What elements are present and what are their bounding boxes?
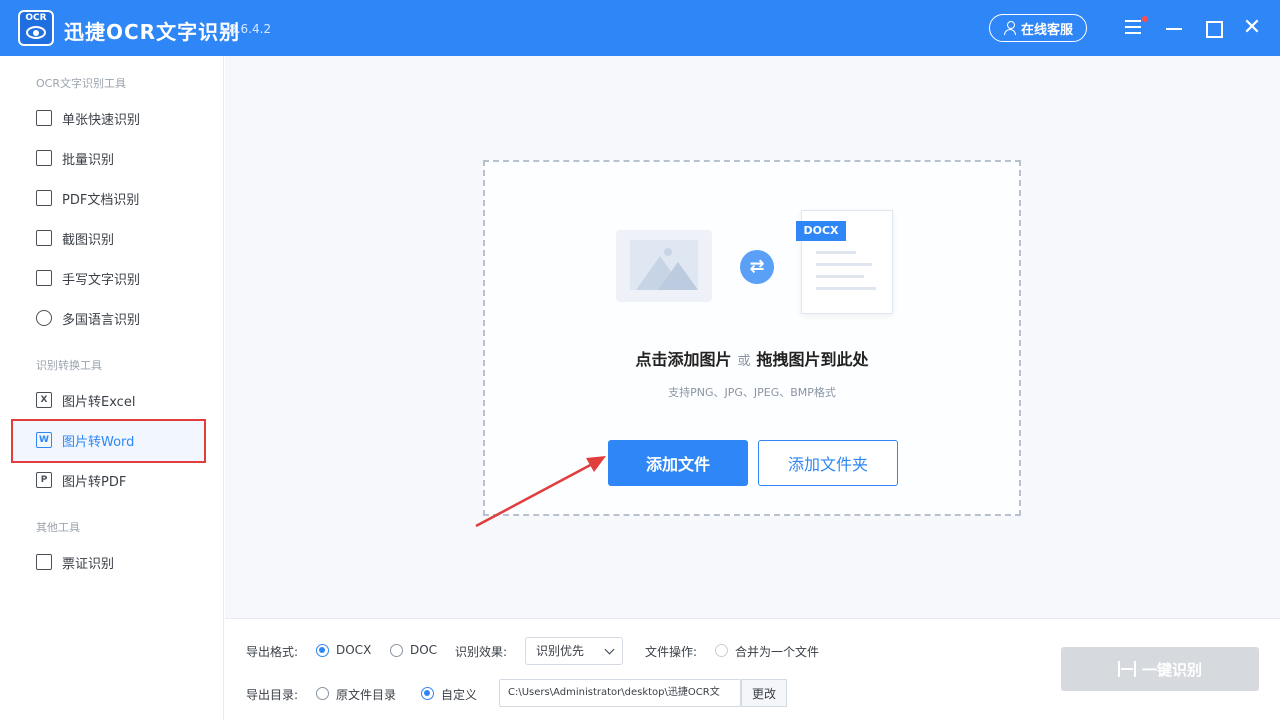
- online-service-label: 在线客服: [1020, 22, 1073, 38]
- format-docx-label: DOCX: [336, 643, 372, 657]
- format-doc-radio[interactable]: [390, 644, 403, 657]
- drop-title-or: 或: [737, 354, 751, 369]
- close-icon[interactable]: ✕: [1240, 16, 1264, 40]
- minimize-icon[interactable]: [1162, 16, 1186, 40]
- sidebar-item-label: 手写文字识别: [62, 272, 141, 288]
- format-doc-label: DOC: [410, 643, 438, 657]
- sidebar-item-screenshot[interactable]: 截图识别: [36, 226, 216, 250]
- sidebar-item-label: PDF文档识别: [62, 192, 140, 208]
- sidebar-item-batch[interactable]: 批量识别: [36, 146, 216, 170]
- sidebar-item-single-scan[interactable]: 单张快速识别: [36, 106, 216, 130]
- globe-icon: [36, 310, 52, 326]
- sidebar-item-label: 多国语言识别: [62, 312, 141, 328]
- app-version: v8.6.4.2: [222, 22, 272, 36]
- ticket-icon: [36, 554, 52, 570]
- drop-title-drag: 拖拽图片到此处: [756, 350, 869, 369]
- effect-label: 识别效果:: [455, 645, 508, 659]
- pdf-icon: P: [36, 472, 52, 488]
- sidebar-item-pdf-doc[interactable]: PDF文档识别: [36, 186, 216, 210]
- sidebar-item-handwriting[interactable]: 手写文字识别: [36, 266, 216, 290]
- title-bar: OCR 迅捷OCR文字识别 v8.6.4.2 在线客服 ✕: [0, 0, 1280, 56]
- start-recognition-button[interactable]: 一键识别: [1061, 647, 1259, 691]
- section-label-ocr: OCR文字识别工具: [36, 77, 126, 90]
- settings-panel: 导出格式: DOCX DOC 识别效果: 识别优先 文件操作: 合并为一个文件 …: [225, 618, 1280, 720]
- convert-arrows-icon: ⇄: [740, 250, 774, 284]
- sidebar-item-label: 图片转Excel: [62, 394, 136, 410]
- change-path-button[interactable]: 更改: [741, 679, 787, 707]
- docx-document-icon: DOCX: [796, 210, 893, 314]
- sidebar-item-label: 图片转Word: [62, 434, 135, 450]
- dir-original-label: 原文件目录: [336, 688, 397, 702]
- notification-dot: [1142, 16, 1148, 22]
- effect-select[interactable]: 识别优先: [525, 637, 623, 665]
- app-title: 迅捷OCR文字识别: [64, 20, 241, 44]
- user-icon: [1003, 21, 1017, 35]
- sidebar-item-ticket[interactable]: 票证识别: [36, 550, 216, 574]
- sidebar-item-label: 单张快速识别: [62, 112, 141, 128]
- export-dir-label: 导出目录:: [246, 688, 299, 702]
- scan-icon: [1117, 661, 1136, 677]
- format-docx-radio[interactable]: [316, 644, 329, 657]
- dir-custom-label: 自定义: [441, 688, 478, 702]
- drop-zone-title: 点击添加图片或拖拽图片到此处: [485, 346, 1019, 370]
- docx-tag: DOCX: [796, 221, 846, 241]
- eye-icon: [26, 26, 46, 39]
- start-recognition-label: 一键识别: [1141, 660, 1202, 679]
- excel-icon: X: [36, 392, 52, 408]
- dir-custom-radio[interactable]: [421, 687, 434, 700]
- add-folder-button[interactable]: 添加文件夹: [758, 440, 898, 486]
- export-path-input[interactable]: C:\Users\Administrator\desktop\迅捷OCR文: [499, 679, 741, 707]
- word-icon: W: [36, 432, 52, 448]
- sidebar-item-label: 票证识别: [62, 556, 115, 572]
- sidebar: OCR文字识别工具 单张快速识别 批量识别 PDF文档识别 截图识别 手写文字识…: [0, 56, 224, 720]
- sidebar-item-img-to-pdf[interactable]: P 图片转PDF: [36, 468, 216, 492]
- sidebar-item-img-to-word[interactable]: W 图片转Word: [36, 428, 216, 452]
- section-label-convert: 识别转换工具: [36, 359, 102, 372]
- online-service-button[interactable]: 在线客服: [989, 14, 1087, 42]
- effect-select-value: 识别优先: [536, 644, 585, 658]
- section-label-other: 其他工具: [36, 521, 80, 534]
- chevron-down-icon: [604, 644, 615, 655]
- logo-text: OCR: [25, 13, 47, 23]
- handwriting-icon: [36, 270, 52, 286]
- file-operation-label: 文件操作:: [645, 645, 698, 659]
- drop-title-click: 点击添加图片: [635, 350, 732, 369]
- crop-icon: [36, 230, 52, 246]
- maximize-icon[interactable]: [1201, 16, 1225, 40]
- sidebar-item-label: 截图识别: [62, 232, 115, 248]
- app-logo: OCR: [18, 10, 54, 46]
- annotation-arrow-icon: [475, 456, 606, 528]
- sidebar-item-img-to-excel[interactable]: X 图片转Excel: [36, 388, 216, 412]
- sidebar-item-label: 批量识别: [62, 152, 115, 168]
- dir-original-radio[interactable]: [316, 687, 329, 700]
- sidebar-item-label: 图片转PDF: [62, 474, 127, 490]
- export-format-label: 导出格式:: [246, 645, 299, 659]
- menu-icon[interactable]: [1122, 16, 1148, 40]
- single-scan-icon: [36, 110, 52, 126]
- supported-formats: 支持PNG、JPG、JPEG、BMP格式: [668, 386, 836, 399]
- merge-files-radio[interactable]: [715, 644, 728, 657]
- image-placeholder-icon: [616, 230, 712, 302]
- batch-icon: [36, 150, 52, 166]
- pdf-doc-icon: [36, 190, 52, 206]
- add-file-button[interactable]: 添加文件: [608, 440, 748, 486]
- merge-files-label: 合并为一个文件: [735, 645, 820, 659]
- main-content: ⇄ DOCX 点击添加图片或拖拽图片到此处 支持PNG、JPG、JPEG、BMP…: [225, 56, 1280, 618]
- sidebar-item-multilang[interactable]: 多国语言识别: [36, 306, 216, 330]
